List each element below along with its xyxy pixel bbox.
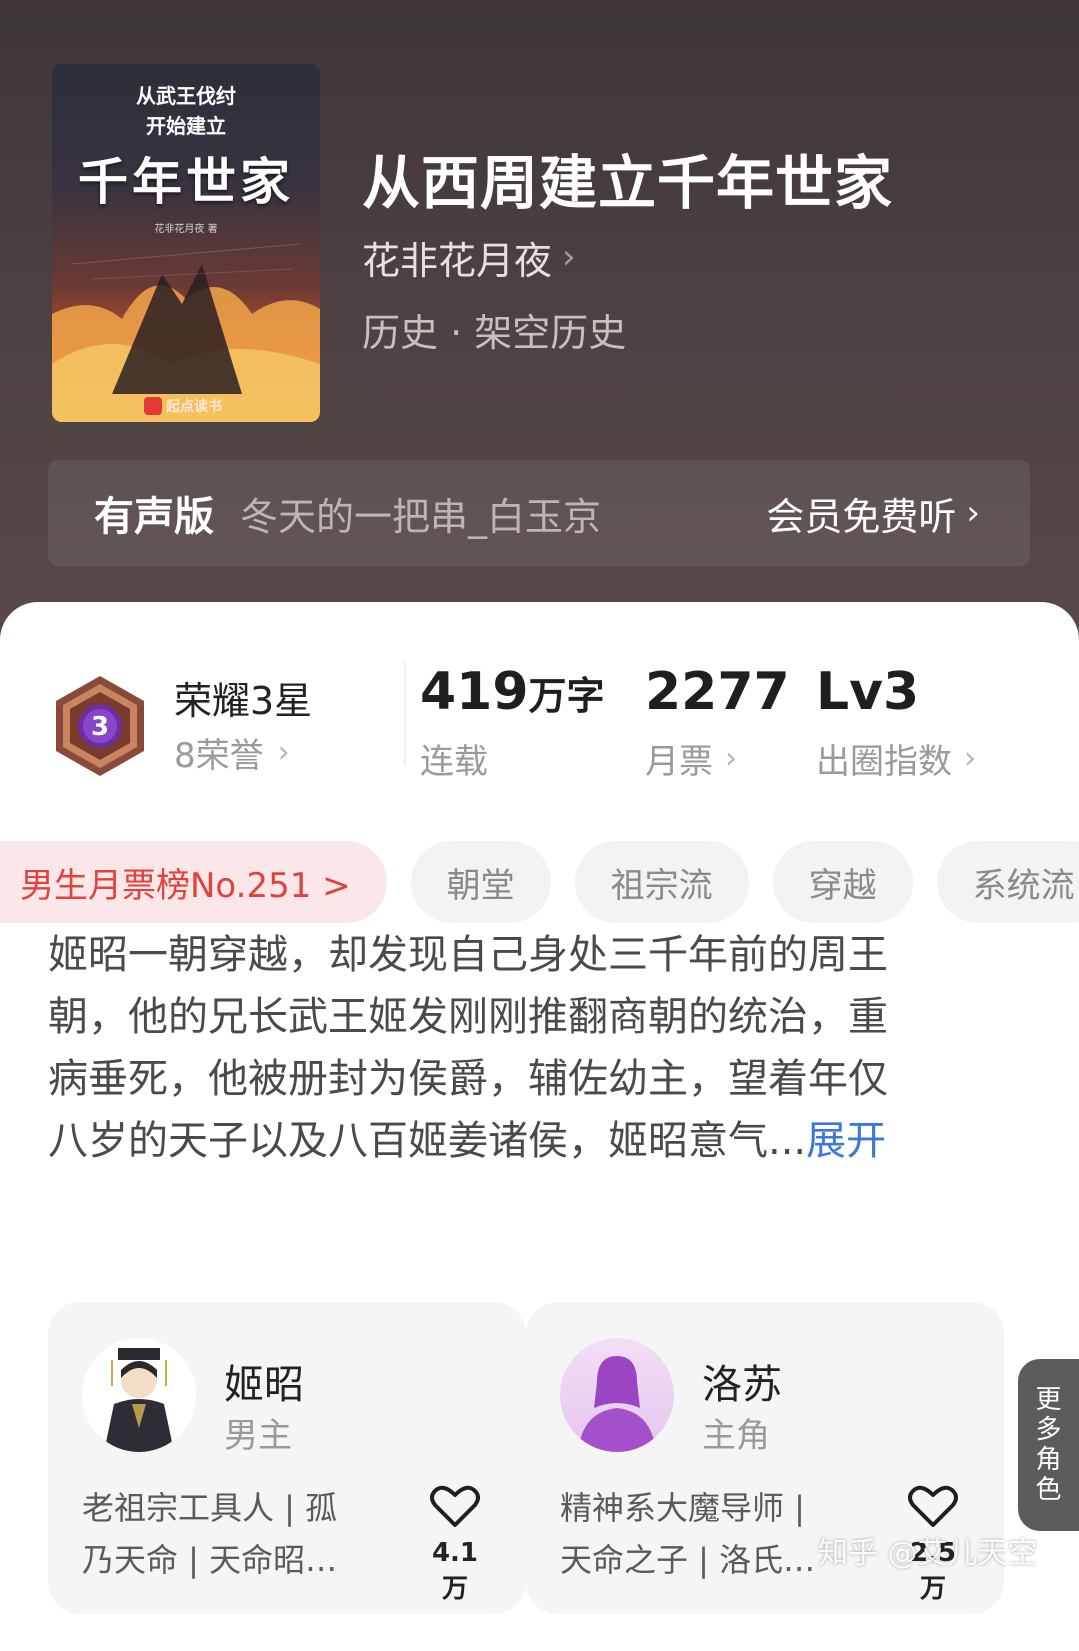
chevron-right-icon: › xyxy=(966,493,980,533)
breakout-index-value: Lv3 xyxy=(816,662,920,722)
tag-chip[interactable]: 系统流 xyxy=(936,841,1079,923)
description-last-line: 八岁的天子以及八百姬姜诸侯，姬昭意气...展开 xyxy=(48,1110,1008,1172)
publisher-logo: 起点读书 xyxy=(144,396,222,416)
character-tags-line: 乃天命 | 天命昭… xyxy=(82,1541,338,1579)
publisher-logo-icon xyxy=(144,397,162,415)
heart-icon xyxy=(908,1485,958,1527)
book-genre: 历史 · 架空历史 xyxy=(362,311,627,355)
more-characters-char: 色 xyxy=(1035,1475,1062,1505)
monthly-ticket-stat[interactable]: 2277 月票 › xyxy=(645,662,790,783)
word-count-value: 419万字 xyxy=(420,662,605,722)
character-name: 洛苏 xyxy=(702,1362,782,1408)
character-avatar xyxy=(560,1338,674,1452)
listen-free-button[interactable]: 会员免费听 › xyxy=(766,488,980,539)
monthly-ticket-label: 月票 xyxy=(645,742,713,782)
honor-badge-icon[interactable]: 3 xyxy=(50,674,150,778)
serial-status: 连载 xyxy=(420,734,605,783)
book-detail-page: 从武王伐纣 开始建立 千年世家 花非花月夜 著 起点读书 从西周建立千年世家 花… xyxy=(0,0,1079,1651)
like-count: 4.1万 xyxy=(431,1538,479,1604)
description-line: 姬昭一朝穿越，却发现自己身处三千年前的周王 xyxy=(48,932,888,978)
tag-chip[interactable]: 朝堂 xyxy=(410,841,551,923)
like-button[interactable]: 4.1万 xyxy=(420,1484,490,1605)
description-line: 病垂死，他被册封为侯爵，辅佐幼主，望着年仅 xyxy=(48,1056,888,1102)
heart-icon xyxy=(430,1485,480,1527)
book-cover[interactable]: 从武王伐纣 开始建立 千年世家 花非花月夜 著 起点读书 xyxy=(52,64,320,422)
avatar-image xyxy=(82,1338,196,1452)
description-line: 八岁的天子以及八百姬姜诸侯，姬昭意气... xyxy=(48,1118,807,1164)
monthly-ticket-value: 2277 xyxy=(645,662,790,722)
cover-title-main: 千年世家 xyxy=(78,152,294,211)
word-count-number: 419 xyxy=(420,662,529,722)
author-link[interactable]: 花非花月夜 › xyxy=(362,232,576,283)
monthly-ticket-label-row: 月票 › xyxy=(645,734,790,783)
character-tags: 老祖宗工具人 | 孤 乃天命 | 天命昭… xyxy=(82,1482,382,1586)
character-card[interactable]: 姬昭 男主 老祖宗工具人 | 孤 乃天命 | 天命昭… 4.1万 xyxy=(48,1302,526,1614)
word-count-stat: 419万字 连载 xyxy=(420,662,605,783)
word-count-unit: 万字 xyxy=(528,674,605,718)
more-characters-char: 角 xyxy=(1035,1445,1062,1475)
character-tags: 精神系大魔导师 | 天命之子 | 洛氏… xyxy=(560,1482,860,1586)
chevron-right-icon: › xyxy=(725,741,737,776)
serial-status-label: 连载 xyxy=(420,742,488,782)
watermark: 知乎 @艾儿天空 xyxy=(818,1536,1038,1571)
honor-link[interactable]: 8荣誉 › xyxy=(174,728,290,777)
cover-title-line2: 开始建立 xyxy=(146,114,226,138)
book-description[interactable]: 姬昭一朝穿越，却发现自己身处三千年前的周王 朝，他的兄长武王姬发刚刚推翻商朝的统… xyxy=(48,924,1008,1172)
character-tags-line: 天命之子 | 洛氏… xyxy=(560,1541,816,1579)
divider xyxy=(404,662,406,766)
honor-title: 荣耀3星 xyxy=(174,679,313,723)
honor-count: 8荣誉 xyxy=(174,736,264,776)
more-characters-char: 多 xyxy=(1035,1415,1062,1445)
book-info-sheet: 3 荣耀3星 8荣誉 › 419万字 连载 2277 月票 › Lv3 出圈指数… xyxy=(0,602,1079,1651)
cover-title-line1: 从武王伐纣 xyxy=(136,84,236,108)
book-title: 从西周建立千年世家 xyxy=(362,149,894,217)
more-characters-button[interactable]: 更 多 角 色 xyxy=(1018,1359,1079,1531)
more-characters-char: 更 xyxy=(1035,1385,1062,1415)
tag-chip[interactable]: 穿越 xyxy=(772,841,913,923)
character-tags-line: 精神系大魔导师 | xyxy=(560,1489,805,1527)
tag-row: 男生月票榜No.251 > 朝堂 祖宗流 穿越 系统流 xyxy=(0,838,1079,926)
honor-badge-level: 3 xyxy=(91,712,109,742)
book-header: 从武王伐纣 开始建立 千年世家 花非花月夜 著 起点读书 从西周建立千年世家 花… xyxy=(0,0,1079,660)
breakout-index-label-row: 出圈指数 › xyxy=(816,734,976,783)
breakout-index-stat[interactable]: Lv3 出圈指数 › xyxy=(816,662,976,783)
chevron-right-icon: › xyxy=(277,735,290,770)
description-line: 朝，他的兄长武王姬发刚刚推翻商朝的统治，重 xyxy=(48,994,888,1040)
breakout-index-label: 出圈指数 xyxy=(816,742,952,782)
audiobook-label: 有声版 xyxy=(94,494,214,540)
character-tags-line: 老祖宗工具人 | 孤 xyxy=(82,1489,338,1527)
chevron-right-icon: › xyxy=(562,237,576,277)
chevron-right-icon: › xyxy=(964,741,976,776)
cover-author: 花非花月夜 著 xyxy=(154,224,218,235)
expand-link[interactable]: 展开 xyxy=(806,1118,886,1164)
audiobook-bar[interactable]: 有声版 冬天的一把串_白玉京 会员免费听 › xyxy=(48,460,1030,566)
character-avatar xyxy=(82,1338,196,1452)
character-role: 主角 xyxy=(702,1416,770,1456)
listen-free-label: 会员免费听 xyxy=(766,494,957,539)
ranking-tag[interactable]: 男生月票榜No.251 > xyxy=(0,841,387,923)
character-role: 男主 xyxy=(224,1416,292,1456)
audiobook-narrator: 冬天的一把串_白玉京 xyxy=(240,494,602,539)
tag-chip[interactable]: 祖宗流 xyxy=(574,841,749,923)
author-name: 花非花月夜 xyxy=(362,238,553,283)
character-name: 姬昭 xyxy=(224,1362,304,1408)
avatar-image xyxy=(560,1338,674,1452)
publisher-name: 起点读书 xyxy=(166,399,222,415)
